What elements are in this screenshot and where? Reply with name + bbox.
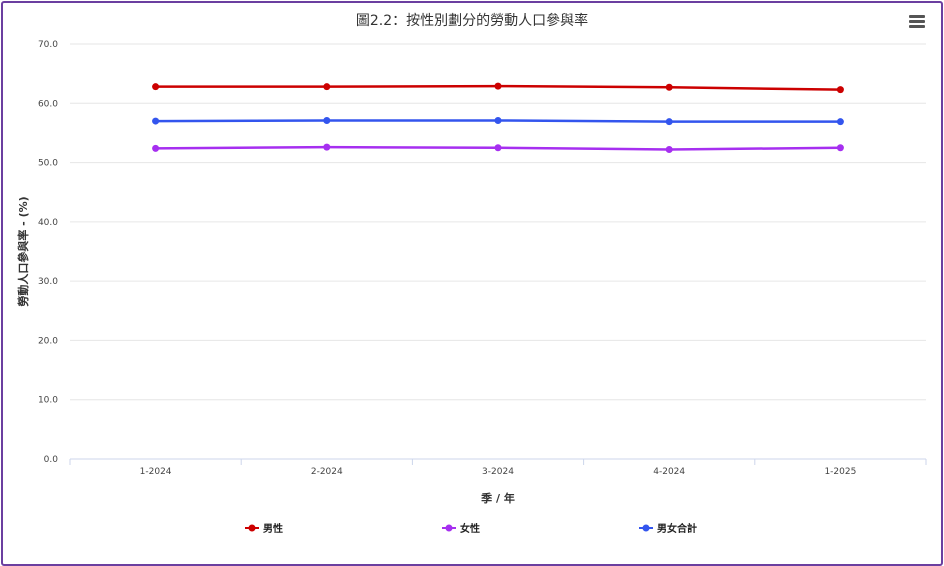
legend-swatch-marker	[445, 524, 453, 532]
x-tick-label: 1-2025	[824, 467, 856, 477]
data-point	[323, 83, 331, 91]
data-point	[152, 144, 160, 152]
legend-item-label[interactable]: 女性	[460, 522, 480, 535]
data-point	[836, 118, 844, 126]
y-tick-label: 40.0	[38, 218, 58, 228]
x-tick-label: 2-2024	[311, 467, 343, 477]
x-tick-label: 1-2024	[140, 467, 172, 477]
data-point	[836, 144, 844, 152]
data-point	[665, 118, 673, 126]
legend-swatch-marker	[642, 524, 650, 532]
data-point	[323, 116, 331, 124]
x-axis-title: 季 / 年	[480, 491, 515, 505]
line-chart: 0.0 10.0 20.0 30.0 40.0 50.0 60.0 70.0 1-2024 2-2…	[16, 40, 927, 535]
data-point	[494, 82, 502, 90]
x-tick-label: 4-2024	[653, 467, 685, 477]
data-point	[494, 116, 502, 124]
y-tick-label: 20.0	[38, 336, 58, 346]
data-point	[665, 83, 673, 91]
y-tick-label: 60.0	[38, 99, 58, 109]
x-tick-label: 3-2024	[482, 467, 514, 477]
data-point	[665, 146, 673, 154]
y-tick-label: 10.0	[38, 396, 58, 406]
y-tick-label: 50.0	[38, 159, 58, 169]
data-point	[152, 117, 160, 125]
y-tick-label: 70.0	[38, 40, 58, 50]
y-tick-label: 30.0	[38, 277, 58, 287]
legend-item-label[interactable]: 男性	[263, 522, 283, 535]
data-point	[152, 83, 160, 91]
data-point	[494, 144, 502, 152]
y-tick-label: 0.0	[44, 455, 59, 465]
y-axis-title: 勞動人口參與率 - (%)	[16, 196, 30, 306]
data-point	[836, 86, 844, 94]
legend-item-label[interactable]: 男女合計	[657, 522, 697, 535]
data-point	[323, 143, 331, 151]
legend-swatch-marker	[248, 524, 256, 532]
